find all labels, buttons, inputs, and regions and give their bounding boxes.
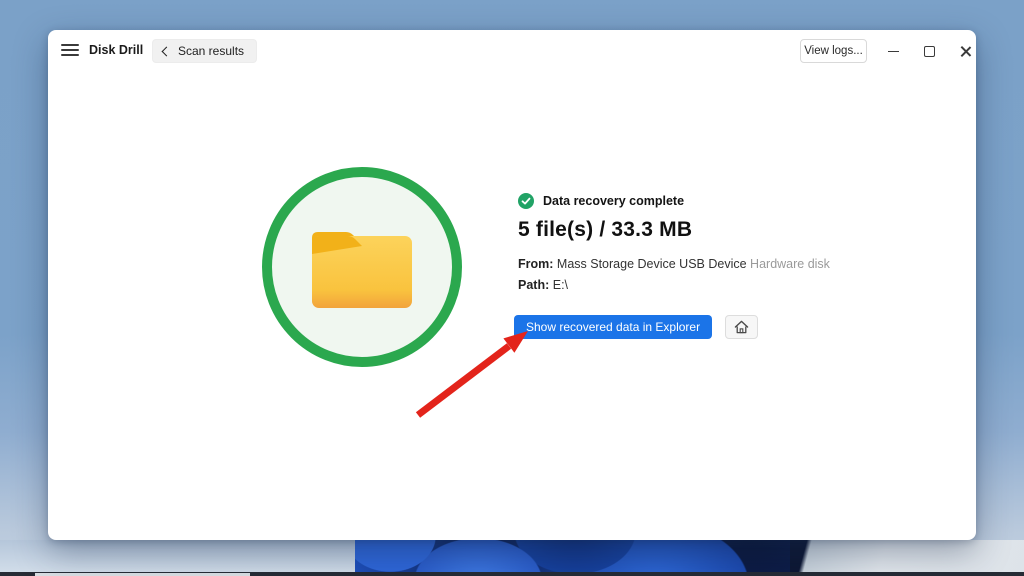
show-recovered-data-button[interactable]: Show recovered data in Explorer: [514, 315, 712, 339]
path-row: Path: E:\: [518, 278, 568, 292]
check-circle-icon: [518, 193, 534, 209]
app-title: Disk Drill: [89, 43, 143, 57]
close-icon: [959, 45, 972, 58]
titlebar: Disk Drill Scan results View logs...: [48, 30, 976, 72]
back-button-label: Scan results: [178, 44, 244, 58]
from-value: Mass Storage Device USB Device: [557, 257, 747, 271]
scan-results-back-button[interactable]: Scan results: [152, 39, 257, 63]
recovery-summary: 5 file(s) / 33.3 MB: [518, 218, 692, 242]
path-value: E:\: [553, 278, 568, 292]
wallpaper-left-area: [0, 540, 370, 576]
windows-bloom-wallpaper: [355, 540, 795, 576]
home-icon: [734, 320, 749, 334]
status-row: Data recovery complete: [518, 193, 684, 209]
minimize-icon: [888, 51, 899, 52]
chevron-left-icon: [162, 46, 172, 56]
home-button[interactable]: [725, 315, 758, 339]
action-row: Show recovered data in Explorer: [514, 315, 758, 339]
view-logs-label: View logs...: [804, 45, 863, 57]
from-label: From:: [518, 257, 553, 271]
from-note: Hardware disk: [750, 257, 830, 271]
desktop-wallpaper: [0, 540, 1024, 576]
path-label: Path:: [518, 278, 549, 292]
close-button[interactable]: [948, 30, 982, 72]
primary-button-label: Show recovered data in Explorer: [526, 320, 700, 334]
maximize-button[interactable]: [912, 30, 946, 72]
hamburger-menu-icon[interactable]: [61, 43, 79, 57]
minimize-button[interactable]: [876, 30, 910, 72]
folder-icon: [310, 224, 414, 310]
status-label: Data recovery complete: [543, 194, 684, 208]
wallpaper-right-area: [790, 540, 1024, 576]
disk-drill-window: Disk Drill Scan results View logs...: [48, 30, 976, 540]
from-row: From: Mass Storage Device USB Device Har…: [518, 257, 830, 271]
recovery-complete-circle: [262, 167, 462, 367]
view-logs-button[interactable]: View logs...: [800, 39, 867, 63]
maximize-icon: [924, 46, 935, 57]
